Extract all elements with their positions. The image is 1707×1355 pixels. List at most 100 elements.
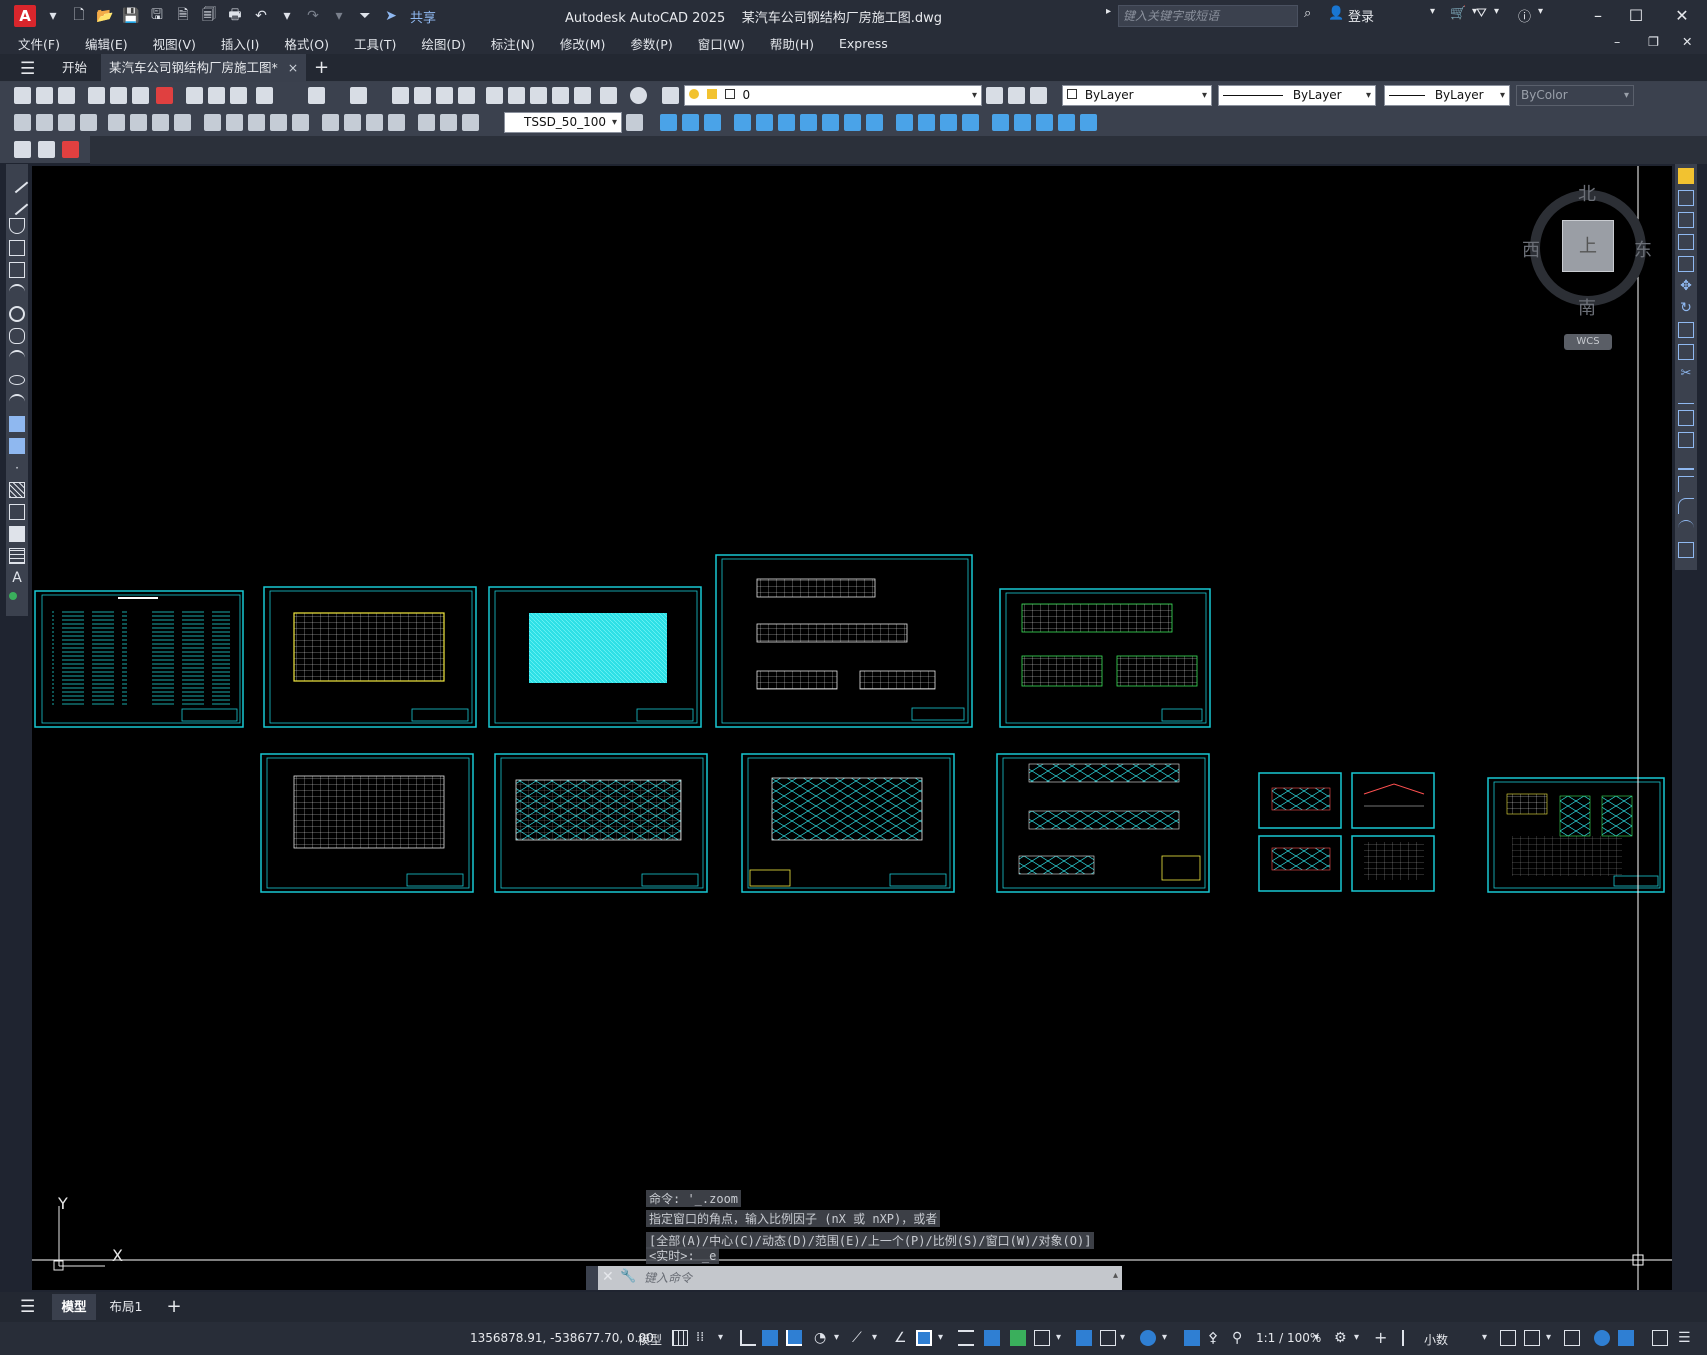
plot-icon[interactable]: 🖶: [226, 7, 244, 25]
plot-preview-icon[interactable]: [110, 87, 127, 104]
layer-previous-icon[interactable]: [1008, 87, 1025, 104]
layer-dropdown[interactable]: 0 ▾: [684, 85, 982, 106]
intersect-icon[interactable]: [800, 114, 817, 131]
trim-icon[interactable]: ✂: [1678, 366, 1694, 382]
stretch-icon[interactable]: [1678, 344, 1694, 360]
copy-icon[interactable]: [208, 87, 225, 104]
scale-icon[interactable]: [1678, 322, 1694, 338]
annotation-scale-value[interactable]: 1:1 / 100%: [1256, 1331, 1321, 1345]
radius-dimension-icon[interactable]: [108, 114, 125, 131]
extract-edges-icon[interactable]: [992, 114, 1009, 131]
clean-icon[interactable]: [962, 114, 979, 131]
units-icon[interactable]: [1402, 1330, 1418, 1346]
match-properties-icon[interactable]: [256, 87, 273, 104]
extrude-icon[interactable]: [734, 114, 751, 131]
menu-view[interactable]: 视图(V): [153, 34, 196, 53]
help-icon[interactable]: ⓘ: [1518, 6, 1531, 25]
baseline-dimension-icon[interactable]: [226, 114, 243, 131]
menu-help[interactable]: 帮助(H): [770, 34, 814, 53]
isolate-objects-icon[interactable]: [1564, 1330, 1580, 1346]
color-faces-icon[interactable]: [1058, 114, 1075, 131]
open-icon[interactable]: [36, 87, 53, 104]
tab-start[interactable]: 开始: [54, 54, 95, 82]
file-tabs-menu-icon[interactable]: ☰: [20, 59, 35, 79]
dimension-edit-icon[interactable]: [418, 114, 435, 131]
doc-close-icon[interactable]: ✕: [1682, 34, 1692, 49]
polygon-icon[interactable]: [9, 240, 25, 256]
object-snap-tracking-icon[interactable]: ∠: [894, 1330, 910, 1346]
customize-toolbar-icon[interactable]: ⏷: [356, 7, 374, 25]
copy-faces-icon[interactable]: [1080, 114, 1097, 131]
save-icon[interactable]: [58, 87, 75, 104]
login-dropdown-icon[interactable]: ▾: [1430, 6, 1435, 17]
markup-icon[interactable]: [574, 87, 591, 104]
minimize-window-icon[interactable]: –: [1586, 4, 1610, 28]
taper-faces-icon[interactable]: [1036, 114, 1053, 131]
object-snap-icon[interactable]: [916, 1330, 932, 1346]
isometric-drafting-icon[interactable]: ⟋: [852, 1330, 868, 1346]
jogged-linear-icon[interactable]: [388, 114, 405, 131]
make-current-layer-icon[interactable]: [986, 87, 1003, 104]
separate-icon[interactable]: [940, 114, 957, 131]
add-layout-button[interactable]: +: [162, 1294, 186, 1320]
zoom-window-icon[interactable]: [436, 87, 453, 104]
break-icon[interactable]: [1678, 432, 1694, 448]
menu-draw[interactable]: 绘图(D): [421, 34, 465, 53]
infer-constraints-icon[interactable]: [740, 1330, 756, 1346]
rotate-icon[interactable]: ↻: [1678, 300, 1694, 316]
dimension-text-edit-icon[interactable]: [440, 114, 457, 131]
redo-dropdown-icon[interactable]: ▾: [330, 7, 348, 25]
gizmo-dropdown-icon[interactable]: ▾: [1162, 1330, 1178, 1346]
menu-tools[interactable]: 工具(T): [354, 34, 396, 53]
layer-properties-icon[interactable]: [662, 87, 679, 104]
dimension-update-icon[interactable]: [462, 114, 479, 131]
undo-dropdown-icon[interactable]: ▾: [278, 7, 296, 25]
doc-minimize-icon[interactable]: –: [1614, 34, 1620, 49]
3d-object-snap-icon[interactable]: [1034, 1330, 1050, 1346]
snap-dropdown-icon[interactable]: ▾: [718, 1330, 734, 1346]
calculator-icon[interactable]: [600, 87, 617, 104]
quick-dimension-icon[interactable]: [204, 114, 221, 131]
extend-icon[interactable]: [1678, 388, 1694, 404]
redo-icon[interactable]: ↷: [304, 7, 322, 25]
paste-icon[interactable]: [230, 87, 247, 104]
login-button[interactable]: 登录: [1348, 6, 1374, 25]
transparency-icon[interactable]: [984, 1330, 1000, 1346]
dynamic-ucs-icon[interactable]: [1076, 1330, 1092, 1346]
selection-cycling-icon[interactable]: [1010, 1330, 1026, 1346]
dimension-style-icon[interactable]: [626, 114, 643, 131]
tab-close-icon[interactable]: ×: [288, 60, 298, 75]
ortho-mode-icon[interactable]: [786, 1330, 802, 1346]
save-as-icon[interactable]: 🖫: [148, 7, 166, 25]
properties-icon[interactable]: [486, 87, 503, 104]
search-icon[interactable]: ⌕: [1304, 6, 1311, 21]
join-icon[interactable]: [1678, 454, 1694, 470]
doc-restore-icon[interactable]: ❐: [1648, 34, 1659, 49]
menu-parametric[interactable]: 参数(P): [630, 34, 672, 53]
polyline-icon[interactable]: [9, 218, 25, 234]
tool-palettes-icon[interactable]: [530, 87, 547, 104]
section-icon[interactable]: [844, 114, 861, 131]
annotation-scale-icon[interactable]: ⚲: [1232, 1330, 1248, 1346]
workspace-gear-icon[interactable]: ⚙: [1334, 1330, 1350, 1346]
lock-dropdown-icon[interactable]: ▾: [1546, 1330, 1562, 1346]
plot-icon[interactable]: [88, 87, 105, 104]
ellipse-icon[interactable]: [9, 375, 25, 385]
command-customize-icon[interactable]: 🔧: [620, 1269, 636, 1284]
point-icon[interactable]: ·: [9, 460, 25, 476]
command-input[interactable]: 键入命令: [644, 1269, 1098, 1287]
lock-ui-icon[interactable]: [1524, 1330, 1540, 1346]
continue-dimension-icon[interactable]: [248, 114, 265, 131]
qnew-icon[interactable]: [14, 87, 31, 104]
circle-icon[interactable]: [9, 306, 25, 322]
save-icon[interactable]: 💾: [122, 7, 140, 25]
undo-icon[interactable]: [308, 87, 325, 104]
array-icon[interactable]: [1678, 256, 1694, 272]
drawing-canvas[interactable]: Y X: [32, 166, 1672, 1290]
angular-dimension-icon[interactable]: [174, 114, 191, 131]
workspace-dropdown-icon[interactable]: ▾: [1354, 1330, 1370, 1346]
rectangle-icon[interactable]: [9, 262, 25, 278]
layer-state-icon[interactable]: [1030, 87, 1047, 104]
command-close-icon[interactable]: ✕: [602, 1269, 614, 1285]
publish-icon[interactable]: [132, 87, 149, 104]
